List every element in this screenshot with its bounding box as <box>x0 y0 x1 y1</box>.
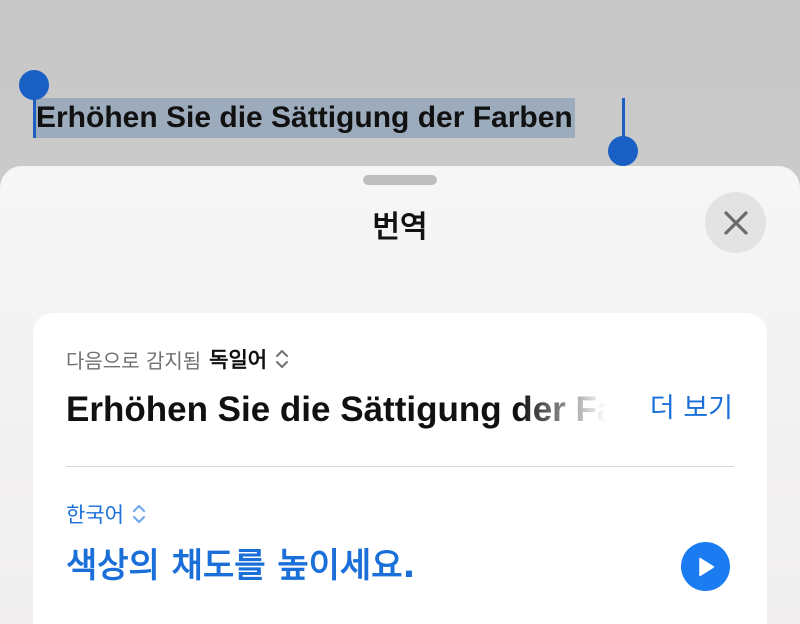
source-language-selector[interactable]: 다음으로 감지됨 독일어 <box>66 343 289 375</box>
source-text-container: Erhöhen Sie die Sättigung der Farben <box>66 385 606 435</box>
detected-language: 독일어 <box>209 348 268 372</box>
selection-start-handle[interactable] <box>19 70 49 100</box>
source-text: Erhöhen Sie die Sättigung der Farben <box>66 390 606 429</box>
translation-card: 다음으로 감지됨 독일어 Erhöhen Sie die Sättigung d… <box>33 313 767 624</box>
selected-text[interactable]: Erhöhen Sie die Sättigung der Farben <box>34 98 575 138</box>
target-language: 한국어 <box>66 503 124 527</box>
chevron-up-down-icon <box>275 348 289 370</box>
play-translation-button[interactable] <box>681 542 730 591</box>
background-document: Erhöhen Sie die Sättigung der Farben <box>0 0 800 170</box>
sheet-title: 번역 <box>372 210 428 245</box>
detected-prefix: 다음으로 감지됨 <box>66 348 202 373</box>
show-more-link[interactable]: 더 보기 <box>650 391 733 427</box>
sheet-grabber[interactable] <box>363 175 437 185</box>
target-language-selector[interactable]: 한국어 <box>66 499 146 529</box>
translated-text: 색상의 채도를 높이세요. <box>66 546 416 586</box>
close-button[interactable] <box>705 192 766 253</box>
chevron-up-down-icon <box>132 503 146 525</box>
play-icon <box>698 557 714 576</box>
section-divider <box>66 466 734 467</box>
close-icon <box>723 210 748 235</box>
translate-sheet: 번역 다음으로 감지됨 독일어 Erhöhen Sie die Sättigun… <box>0 166 800 624</box>
selection-end-handle[interactable] <box>608 136 638 166</box>
